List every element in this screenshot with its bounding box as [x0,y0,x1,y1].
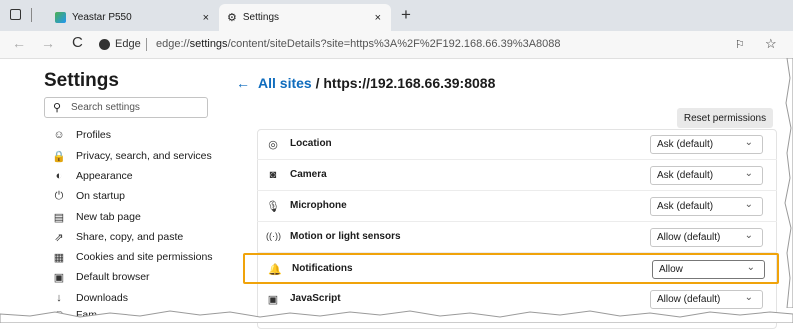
sidebar-item-share[interactable]: ⇗ Share, copy, and paste [52,228,183,246]
favorites-icon[interactable]: ☆ [765,36,777,52]
search-placeholder: Search settings [71,102,140,113]
chevron-down-icon: ⌄ [744,199,753,210]
sidebar-item-newtab[interactable]: ▤ New tab page [52,208,141,226]
permission-label: Motion or light sensors [290,231,401,242]
sidebar-item-profiles[interactable]: ☺ Profiles [52,126,111,144]
torn-edge-bottom [0,310,793,323]
permission-label: JavaScript [290,293,341,304]
download-icon: ↓ [56,292,62,304]
power-icon: ⏻ [54,189,64,202]
location-icon: ◎ [268,139,278,151]
permission-row-sensors: ((·)) Motion or light sensors Allow (def… [257,222,777,253]
permission-row-camera: ◙ Camera Ask (default) ⌄ [257,160,777,191]
browser-icon: ▣ [53,271,65,284]
forward-icon[interactable]: → [41,35,55,51]
tab-settings[interactable]: ⚙ Settings × [219,4,391,31]
location-select[interactable]: Ask (default) ⌄ [650,135,763,154]
tracking-prevention-icon[interactable]: ⚐ [735,38,745,51]
close-tab-icon[interactable]: × [375,12,381,24]
select-value: Ask (default) [657,139,714,150]
settings-title: Settings [44,70,119,91]
url-field[interactable]: edge://settings/content/siteDetails?site… [156,38,561,50]
page-title: https://192.168.66.39:8088 [323,75,496,91]
permission-label: Microphone [290,200,347,211]
url-divider [146,38,147,51]
sidebar-item-appearance[interactable]: ◐ Appearance [52,167,133,185]
reload-icon[interactable]: C [72,34,83,51]
sidebar-item-startup[interactable]: ⏻ On startup [52,187,125,205]
search-input[interactable]: ⚲ Search settings [44,97,208,118]
select-value: Allow (default) [657,294,721,305]
sidebar-item-label: Share, copy, and paste [76,231,184,243]
newtab-icon: ▤ [53,211,65,224]
sidebar-item-privacy[interactable]: 🔒 Privacy, search, and services [52,147,212,165]
select-value: Allow (default) [657,232,721,243]
chevron-down-icon: ⌄ [744,230,753,241]
cookies-icon: ▦ [53,251,65,264]
palette-icon: ◐ [55,170,63,182]
site-label: Edge [115,38,141,50]
search-icon: ⚲ [53,102,62,114]
permission-label: Camera [290,169,327,180]
javascript-icon: ▣ [267,294,279,306]
sidebar-item-label: Default browser [76,271,150,283]
bell-icon: 🔔 [268,264,282,276]
sensor-icon: ((·)) [266,231,281,241]
sidebar-item-label: On startup [76,190,126,202]
sidebar-item-label: Privacy, search, and services [76,150,212,162]
close-tab-icon[interactable]: × [203,12,209,24]
back-arrow-icon[interactable]: ← [236,75,250,91]
edge-logo-icon [99,39,110,50]
url-prefix: edge:// [156,38,190,50]
yeastar-favicon-icon [55,12,66,23]
permission-label: Notifications [292,263,353,274]
microphone-select[interactable]: Ask (default) ⌄ [650,197,763,216]
permission-label: Location [290,138,332,149]
select-value: Allow [659,264,683,275]
torn-edge-right [784,58,793,308]
share-icon: ⇗ [54,231,64,244]
chevron-down-icon: ⌄ [744,168,753,179]
tab-divider [31,8,32,22]
sidebar-item-label: Profiles [76,129,112,141]
select-value: Ask (default) [657,201,714,212]
breadcrumb: ← All sites / https://192.168.66.39:8088 [236,75,495,91]
reset-permissions-button[interactable]: Reset permissions [677,108,773,128]
lock-icon: 🔒 [52,150,66,163]
url-rest: /content/siteDetails?site=https%3A%2F%2F… [227,38,561,50]
back-icon[interactable]: ← [12,35,26,51]
select-value: Ask (default) [657,170,714,181]
permission-row-location: ◎ Location Ask (default) ⌄ [257,129,777,160]
sidebar-item-default-browser[interactable]: ▣ Default browser [52,268,150,286]
tab-label: Settings [242,12,280,23]
chevron-down-icon: ⌄ [744,292,753,303]
sidebar-item-downloads[interactable]: ↓ Downloads [52,289,128,307]
gear-icon: ⚙ [227,12,237,24]
sidebar-item-label: Downloads [76,292,128,304]
permission-row-notifications: 🔔 Notifications Allow ⌄ [243,253,779,284]
sidebar-item-label: Cookies and site permissions [76,251,213,263]
chevron-down-icon: ⌄ [744,137,753,148]
camera-icon: ◙ [269,169,277,181]
address-bar-row: ← → C Edge edge://settings/content/siteD… [0,31,793,59]
microphone-icon: 🎙 [266,201,280,213]
permission-row-microphone: 🎙 Microphone Ask (default) ⌄ [257,191,777,222]
sidebar-toggle-icon[interactable] [10,9,21,20]
sidebar-item-label: New tab page [76,211,141,223]
all-sites-link[interactable]: All sites [258,75,312,91]
new-tab-icon[interactable]: + [401,5,411,25]
sensors-select[interactable]: Allow (default) ⌄ [650,228,763,247]
browser-titlebar: Yeastar P550 × ⚙ Settings × + [0,0,793,31]
notifications-select[interactable]: Allow ⌄ [652,260,765,279]
tab-label: Yeastar P550 [72,12,132,23]
tab-yeastar[interactable]: Yeastar P550 × [47,4,219,31]
camera-select[interactable]: Ask (default) ⌄ [650,166,763,185]
profile-icon: ☺ [53,129,65,141]
chevron-down-icon: ⌄ [746,262,755,273]
sidebar-item-label: Appearance [76,170,133,182]
breadcrumb-separator: / [311,75,324,91]
sidebar-item-cookies[interactable]: ▦ Cookies and site permissions [52,248,213,266]
url-host: settings [189,38,228,50]
